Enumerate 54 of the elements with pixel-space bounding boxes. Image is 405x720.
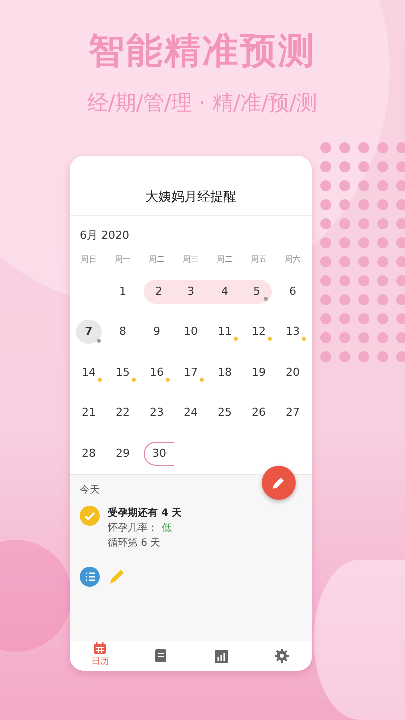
list-icon[interactable] — [80, 567, 100, 588]
calendar-day[interactable]: 26 — [242, 402, 276, 426]
calendar-day[interactable]: 6 — [276, 280, 310, 304]
settings-icon — [274, 649, 289, 663]
headline: 智能精准预测 — [88, 30, 318, 70]
calendar-day[interactable]: 23 — [140, 402, 174, 426]
today-label: 今天 — [80, 485, 100, 496]
cycle-day-text: 循环第 6 天 — [108, 537, 162, 552]
calendar-day[interactable]: 22 — [106, 402, 140, 426]
calendar-day[interactable]: 20 — [276, 360, 310, 385]
calendar-day[interactable]: 1 — [106, 280, 140, 304]
calendar-day[interactable]: 11 — [208, 320, 242, 344]
calendar-day[interactable]: 28 — [72, 442, 106, 466]
weekday-label: 周日 — [81, 254, 97, 264]
calendar-day[interactable]: 9 — [140, 320, 174, 344]
calendar-day[interactable]: 13 — [276, 320, 310, 344]
calendar-day[interactable]: 21 — [72, 402, 106, 426]
weekday-label: 周一 — [115, 254, 131, 264]
check-icon — [80, 506, 100, 526]
calendar-day[interactable]: 10 — [174, 320, 208, 344]
calendar-day[interactable]: 14 — [72, 360, 106, 385]
calendar-day[interactable]: 8 — [106, 320, 140, 344]
calendar-day[interactable]: 18 — [208, 360, 242, 385]
edit-button[interactable] — [262, 466, 296, 500]
calendar-day[interactable]: 25 — [208, 402, 242, 426]
period-day[interactable]: 2 — [144, 280, 174, 304]
tagline: 经/期/管/理 · 精/准/预/测 — [86, 93, 319, 114]
period-day[interactable]: 4 — [208, 280, 242, 304]
calendar-day[interactable]: 16 — [140, 360, 174, 385]
weekday-label: 周五 — [251, 254, 267, 264]
weekday-label: 周二 — [149, 254, 165, 264]
chance-value: 低 — [162, 522, 172, 536]
note-icon — [154, 649, 167, 663]
calendar-day[interactable]: 29 — [106, 442, 140, 466]
calendar-day[interactable]: 15 — [106, 360, 140, 385]
calendar-day[interactable]: 27 — [276, 402, 310, 426]
weekday-label: 周二 — [217, 254, 233, 264]
weekday-label: 周三 — [183, 254, 199, 264]
calendar-day[interactable]: 12 — [242, 320, 276, 344]
bar-chart-icon — [214, 650, 228, 662]
pencil-icon — [272, 476, 286, 490]
app-title: 大姨妈月经提醒 — [146, 188, 236, 206]
calendar-day[interactable]: 19 — [242, 360, 276, 385]
status-title: 受孕期还有 4 天 — [108, 506, 182, 522]
weekday-label: 周六 — [285, 254, 301, 264]
calendar-day[interactable]: 24 — [174, 402, 208, 426]
calendar-day[interactable]: 17 — [174, 360, 208, 385]
predicted-day[interactable]: 30 — [144, 442, 174, 466]
period-day[interactable]: 5 — [242, 280, 272, 304]
chance-label: 怀孕几率： — [108, 522, 158, 536]
calendar-tab[interactable]: 日历 — [70, 641, 130, 671]
period-day[interactable]: 3 — [174, 280, 208, 304]
today-day[interactable]: 7 — [76, 320, 102, 344]
month-label: 6月 2020 — [80, 229, 130, 242]
